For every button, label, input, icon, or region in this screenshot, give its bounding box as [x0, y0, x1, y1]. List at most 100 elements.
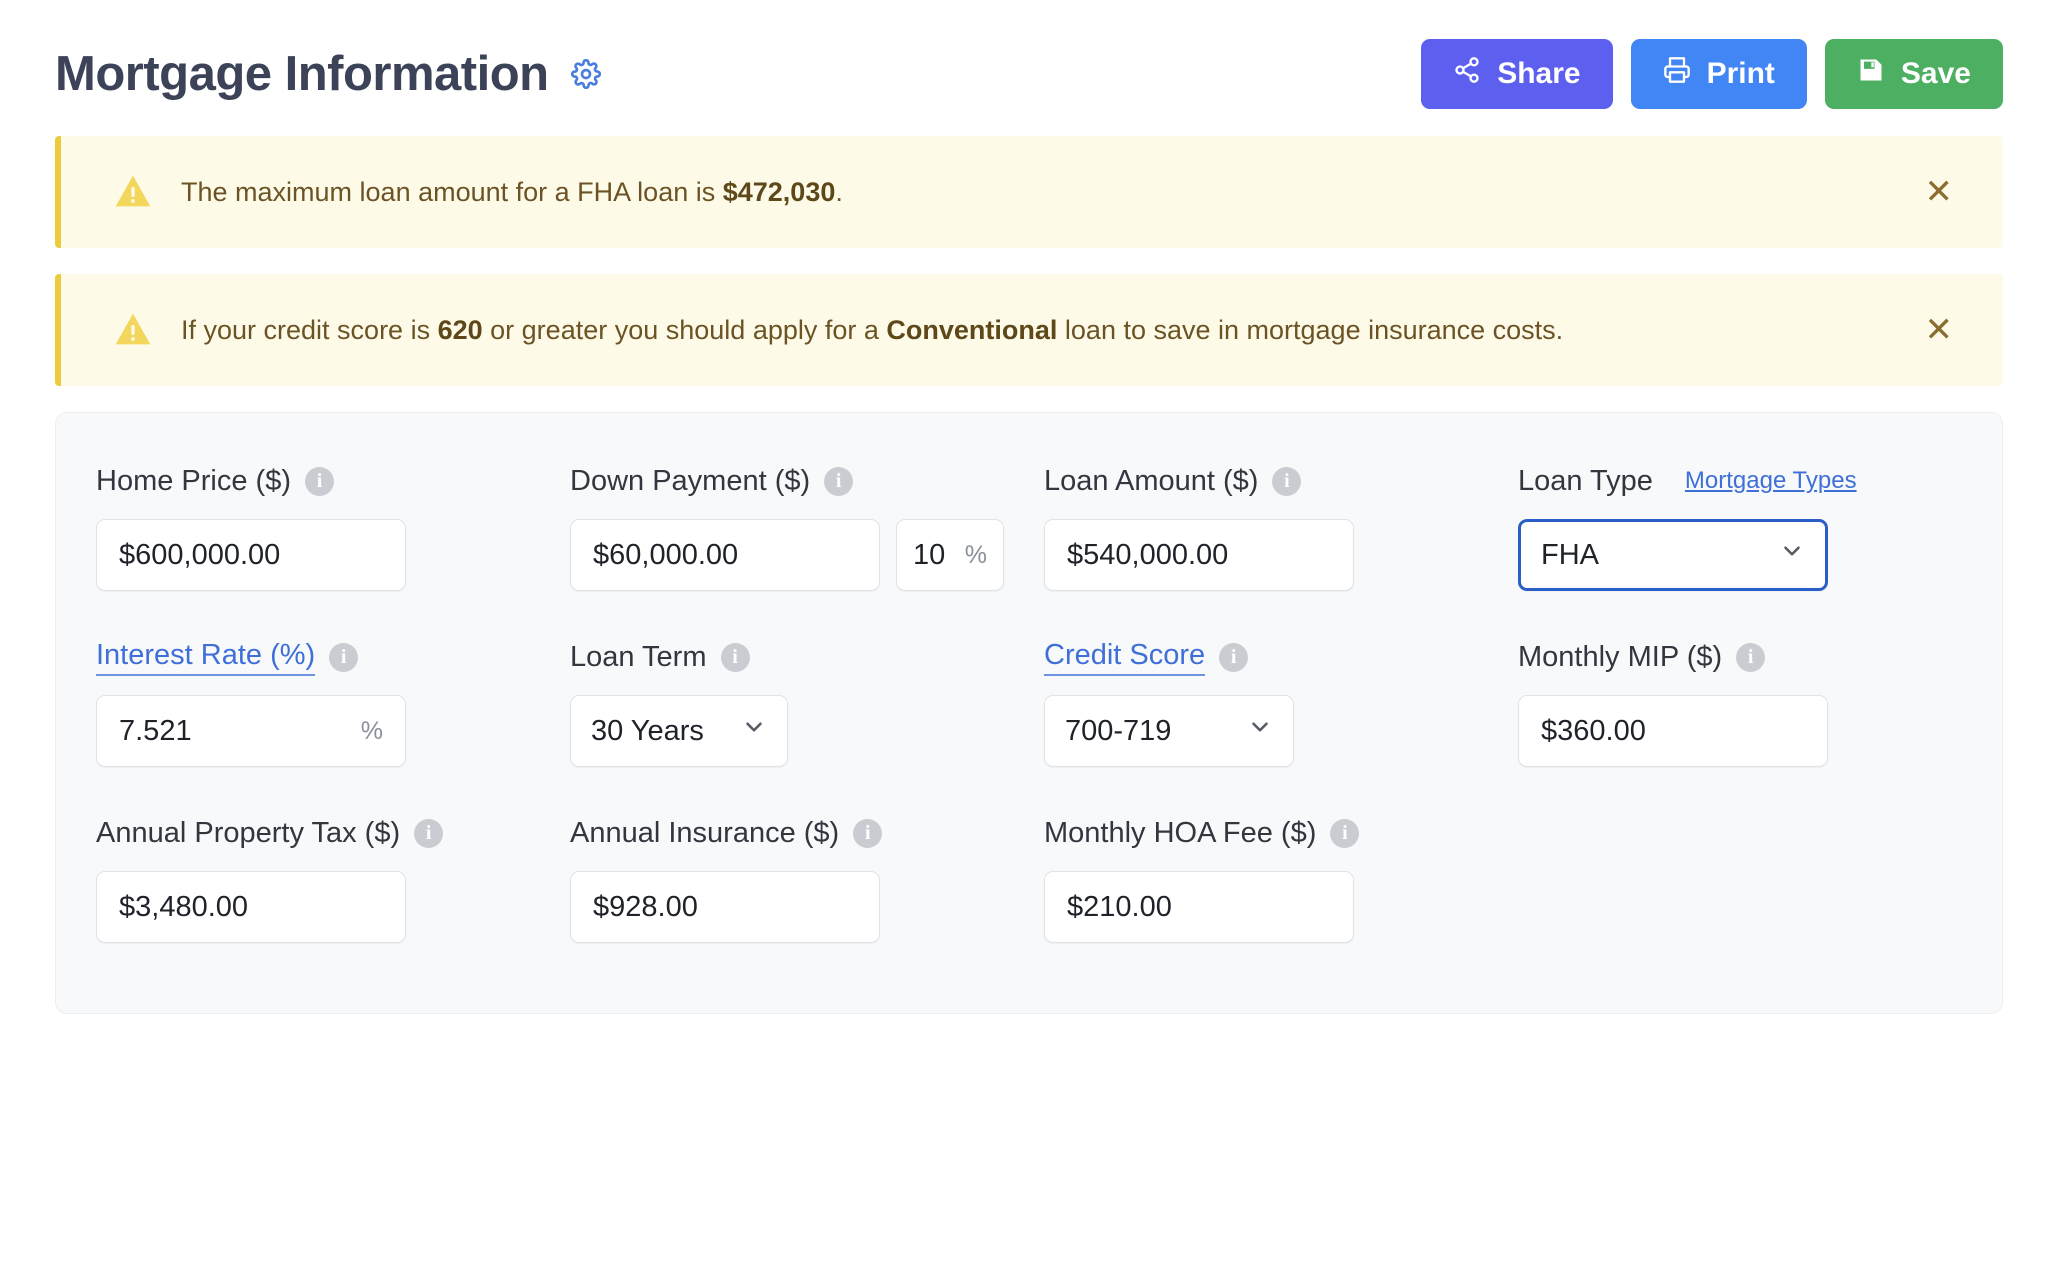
monthly-mip-value: $360.00: [1541, 714, 1646, 747]
loan-term-label: Loan Term: [570, 640, 707, 673]
alert-text-before: The maximum loan amount for a FHA loan i…: [181, 176, 723, 207]
annual-insurance-label: Annual Insurance ($): [570, 816, 840, 849]
loan-type-label: Loan Type: [1518, 464, 1653, 497]
alert-close-button[interactable]: ✕: [1915, 307, 1964, 353]
gear-icon[interactable]: [569, 57, 603, 91]
home-price-input[interactable]: $600,000.00: [96, 519, 406, 591]
field-interest-rate: Interest Rate (%) i 7.521 %: [96, 635, 570, 767]
annual-property-tax-label: Annual Property Tax ($): [96, 816, 401, 849]
monthly-mip-label-row: Monthly MIP ($) i: [1518, 635, 1918, 679]
loan-term-label-row: Loan Term i: [570, 635, 1044, 679]
annual-insurance-value: $928.00: [593, 890, 698, 923]
annual-property-tax-label-row: Annual Property Tax ($) i: [96, 811, 570, 855]
info-icon[interactable]: i: [720, 642, 750, 672]
chevron-down-icon: [1779, 538, 1805, 572]
field-loan-amount: Loan Amount ($) i $540,000.00: [1044, 459, 1518, 591]
form-row-3: Annual Property Tax ($) i $3,480.00 Annu…: [56, 811, 2002, 943]
annual-insurance-input[interactable]: $928.00: [570, 871, 880, 943]
alert-credit-score-recommendation: If your credit score is 620 or greater y…: [55, 274, 2003, 386]
monthly-hoa-fee-label: Monthly HOA Fee ($): [1044, 816, 1317, 849]
info-icon[interactable]: i: [853, 818, 883, 848]
credit-score-select[interactable]: 700-719: [1044, 695, 1294, 767]
down-payment-value: $60,000.00: [593, 538, 739, 571]
field-down-payment: Down Payment ($) i $60,000.00 10 %: [570, 459, 1044, 591]
mortgage-information-page: Mortgage Information Share Print Save Th…: [0, 0, 2058, 1266]
alert-text: The maximum loan amount for a FHA loan i…: [181, 174, 1915, 210]
share-icon: [1453, 56, 1481, 92]
page-header: Mortgage Information Share Print Save: [55, 0, 2003, 130]
alert-text-bold-score: 620: [437, 314, 483, 345]
loan-amount-input[interactable]: $540,000.00: [1044, 519, 1354, 591]
down-payment-input[interactable]: $60,000.00: [570, 519, 880, 591]
field-monthly-hoa-fee: Monthly HOA Fee ($) i $210.00: [1044, 811, 1518, 943]
alert-text-before: If your credit score is: [181, 314, 438, 345]
annual-insurance-label-row: Annual Insurance ($) i: [570, 811, 1044, 855]
field-home-price: Home Price ($) i $600,000.00: [96, 459, 570, 591]
alert-text: If your credit score is 620 or greater y…: [181, 312, 1915, 348]
credit-score-label[interactable]: Credit Score: [1044, 639, 1206, 676]
percent-suffix: %: [964, 540, 987, 569]
alert-close-button[interactable]: ✕: [1915, 169, 1964, 215]
down-payment-input-group: $60,000.00 10 %: [570, 519, 1044, 591]
down-payment-percent-input[interactable]: 10 %: [896, 519, 1004, 591]
down-payment-label-row: Down Payment ($) i: [570, 459, 1044, 503]
printer-icon: [1663, 56, 1691, 92]
field-loan-type: Loan Type Mortgage Types FHA: [1518, 459, 1918, 591]
field-monthly-mip: Monthly MIP ($) i $360.00: [1518, 635, 1918, 767]
info-icon[interactable]: i: [329, 642, 359, 672]
info-icon[interactable]: i: [1736, 642, 1766, 672]
mortgage-form-panel: Home Price ($) i $600,000.00 Down Paymen…: [55, 412, 2003, 1014]
info-icon[interactable]: i: [1219, 642, 1249, 672]
field-credit-score: Credit Score i 700-719: [1044, 635, 1518, 767]
interest-rate-label-row: Interest Rate (%) i: [96, 635, 570, 679]
home-price-value: $600,000.00: [119, 538, 281, 571]
save-button-label: Save: [1900, 57, 1971, 90]
alert-text-mid: or greater you should apply for a: [482, 314, 887, 345]
credit-score-value: 700-719: [1065, 714, 1172, 747]
share-button-label: Share: [1497, 57, 1581, 90]
interest-rate-value: 7.521: [119, 714, 192, 747]
annual-property-tax-input[interactable]: $3,480.00: [96, 871, 406, 943]
loan-amount-label: Loan Amount ($): [1044, 464, 1259, 497]
chevron-down-icon: [741, 714, 767, 748]
loan-term-select[interactable]: 30 Years: [570, 695, 788, 767]
mortgage-types-link[interactable]: Mortgage Types: [1685, 467, 1857, 495]
info-icon[interactable]: i: [1330, 818, 1360, 848]
info-icon[interactable]: i: [414, 818, 444, 848]
monthly-hoa-fee-value: $210.00: [1067, 890, 1172, 923]
alert-list: The maximum loan amount for a FHA loan i…: [55, 136, 2003, 386]
down-payment-label: Down Payment ($): [570, 464, 811, 497]
warning-triangle-icon: [113, 310, 153, 350]
down-payment-percent-value: 10: [913, 538, 946, 571]
loan-type-select[interactable]: FHA: [1518, 519, 1828, 591]
interest-rate-label[interactable]: Interest Rate (%): [96, 639, 316, 676]
alert-text-bold: $472,030: [722, 176, 836, 207]
monthly-hoa-fee-input[interactable]: $210.00: [1044, 871, 1354, 943]
loan-term-value: 30 Years: [591, 714, 704, 747]
annual-property-tax-value: $3,480.00: [119, 890, 249, 923]
form-row-1: Home Price ($) i $600,000.00 Down Paymen…: [56, 459, 2002, 591]
info-icon[interactable]: i: [1272, 466, 1302, 496]
header-actions: Share Print Save: [1421, 39, 2003, 109]
field-annual-property-tax: Annual Property Tax ($) i $3,480.00: [96, 811, 570, 943]
share-button[interactable]: Share: [1421, 39, 1613, 109]
print-button[interactable]: Print: [1630, 39, 1807, 109]
loan-type-label-row: Loan Type Mortgage Types: [1518, 459, 1918, 503]
alert-text-after: loan to save in mortgage insurance costs…: [1057, 314, 1564, 345]
alert-text-after: .: [835, 176, 843, 207]
field-loan-term: Loan Term i 30 Years: [570, 635, 1044, 767]
interest-rate-input[interactable]: 7.521 %: [96, 695, 406, 767]
form-row-2: Interest Rate (%) i 7.521 % Loan Term i …: [56, 635, 2002, 767]
page-title: Mortgage Information: [55, 47, 549, 101]
info-icon[interactable]: i: [305, 466, 334, 496]
info-icon[interactable]: i: [824, 466, 854, 496]
save-button[interactable]: Save: [1824, 39, 2003, 109]
alert-text-bold-loan-type: Conventional: [886, 314, 1058, 345]
home-price-label: Home Price ($): [96, 464, 291, 497]
title-group: Mortgage Information: [55, 46, 603, 102]
credit-score-label-row: Credit Score i: [1044, 635, 1518, 679]
loan-type-value: FHA: [1541, 538, 1599, 571]
loan-amount-label-row: Loan Amount ($) i: [1044, 459, 1518, 503]
alert-fha-max-loan: The maximum loan amount for a FHA loan i…: [55, 136, 2003, 248]
monthly-mip-input[interactable]: $360.00: [1518, 695, 1828, 767]
